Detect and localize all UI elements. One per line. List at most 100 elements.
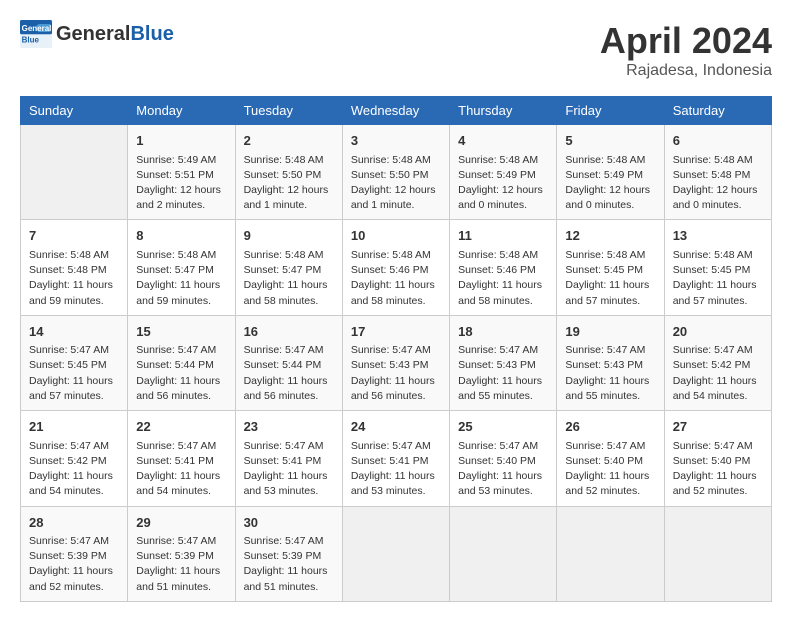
day-info: Sunrise: 5:48 AMSunset: 5:49 PMDaylight:… — [458, 153, 548, 214]
day-number: 29 — [136, 513, 226, 533]
calendar-cell: 9Sunrise: 5:48 AMSunset: 5:47 PMDaylight… — [235, 220, 342, 315]
day-info: Sunrise: 5:47 AMSunset: 5:44 PMDaylight:… — [244, 343, 334, 404]
day-number: 18 — [458, 322, 548, 342]
calendar-cell — [342, 506, 449, 601]
day-number: 8 — [136, 226, 226, 246]
day-number: 9 — [244, 226, 334, 246]
day-number: 10 — [351, 226, 441, 246]
week-row-2: 7Sunrise: 5:48 AMSunset: 5:48 PMDaylight… — [21, 220, 772, 315]
calendar-cell: 8Sunrise: 5:48 AMSunset: 5:47 PMDaylight… — [128, 220, 235, 315]
header-sunday: Sunday — [21, 97, 128, 125]
calendar-cell: 2Sunrise: 5:48 AMSunset: 5:50 PMDaylight… — [235, 125, 342, 220]
calendar-cell — [450, 506, 557, 601]
svg-text:General: General — [22, 24, 52, 33]
day-number: 19 — [565, 322, 655, 342]
day-info: Sunrise: 5:47 AMSunset: 5:42 PMDaylight:… — [673, 343, 763, 404]
day-info: Sunrise: 5:48 AMSunset: 5:48 PMDaylight:… — [29, 248, 119, 309]
day-number: 12 — [565, 226, 655, 246]
day-number: 2 — [244, 131, 334, 151]
day-info: Sunrise: 5:48 AMSunset: 5:48 PMDaylight:… — [673, 153, 763, 214]
calendar-cell — [664, 506, 771, 601]
calendar-cell: 18Sunrise: 5:47 AMSunset: 5:43 PMDayligh… — [450, 315, 557, 410]
week-row-5: 28Sunrise: 5:47 AMSunset: 5:39 PMDayligh… — [21, 506, 772, 601]
calendar-cell: 30Sunrise: 5:47 AMSunset: 5:39 PMDayligh… — [235, 506, 342, 601]
calendar-cell: 27Sunrise: 5:47 AMSunset: 5:40 PMDayligh… — [664, 411, 771, 506]
week-row-4: 21Sunrise: 5:47 AMSunset: 5:42 PMDayligh… — [21, 411, 772, 506]
day-number: 27 — [673, 417, 763, 437]
day-number: 20 — [673, 322, 763, 342]
day-info: Sunrise: 5:47 AMSunset: 5:39 PMDaylight:… — [29, 534, 119, 595]
day-number: 16 — [244, 322, 334, 342]
calendar-cell: 16Sunrise: 5:47 AMSunset: 5:44 PMDayligh… — [235, 315, 342, 410]
calendar-cell: 6Sunrise: 5:48 AMSunset: 5:48 PMDaylight… — [664, 125, 771, 220]
day-number: 26 — [565, 417, 655, 437]
calendar-cell: 4Sunrise: 5:48 AMSunset: 5:49 PMDaylight… — [450, 125, 557, 220]
day-number: 28 — [29, 513, 119, 533]
header-saturday: Saturday — [664, 97, 771, 125]
day-info: Sunrise: 5:48 AMSunset: 5:45 PMDaylight:… — [565, 248, 655, 309]
svg-text:Blue: Blue — [22, 35, 40, 44]
calendar-cell: 19Sunrise: 5:47 AMSunset: 5:43 PMDayligh… — [557, 315, 664, 410]
day-number: 13 — [673, 226, 763, 246]
calendar-cell: 15Sunrise: 5:47 AMSunset: 5:44 PMDayligh… — [128, 315, 235, 410]
day-info: Sunrise: 5:47 AMSunset: 5:40 PMDaylight:… — [673, 439, 763, 500]
calendar-cell: 24Sunrise: 5:47 AMSunset: 5:41 PMDayligh… — [342, 411, 449, 506]
calendar-cell: 22Sunrise: 5:47 AMSunset: 5:41 PMDayligh… — [128, 411, 235, 506]
day-info: Sunrise: 5:48 AMSunset: 5:46 PMDaylight:… — [458, 248, 548, 309]
header-thursday: Thursday — [450, 97, 557, 125]
day-info: Sunrise: 5:49 AMSunset: 5:51 PMDaylight:… — [136, 153, 226, 214]
day-number: 17 — [351, 322, 441, 342]
logo: General Blue General Blue — [20, 20, 174, 48]
day-info: Sunrise: 5:47 AMSunset: 5:43 PMDaylight:… — [351, 343, 441, 404]
logo-wordmark: General Blue — [56, 23, 174, 46]
day-info: Sunrise: 5:48 AMSunset: 5:46 PMDaylight:… — [351, 248, 441, 309]
day-number: 23 — [244, 417, 334, 437]
calendar-cell: 1Sunrise: 5:49 AMSunset: 5:51 PMDaylight… — [128, 125, 235, 220]
day-number: 1 — [136, 131, 226, 151]
day-info: Sunrise: 5:47 AMSunset: 5:42 PMDaylight:… — [29, 439, 119, 500]
location-title: Rajadesa, Indonesia — [600, 62, 772, 80]
day-number: 21 — [29, 417, 119, 437]
day-info: Sunrise: 5:47 AMSunset: 5:41 PMDaylight:… — [244, 439, 334, 500]
day-number: 7 — [29, 226, 119, 246]
calendar-table: SundayMondayTuesdayWednesdayThursdayFrid… — [20, 96, 772, 602]
day-info: Sunrise: 5:48 AMSunset: 5:50 PMDaylight:… — [351, 153, 441, 214]
calendar-cell: 17Sunrise: 5:47 AMSunset: 5:43 PMDayligh… — [342, 315, 449, 410]
calendar-cell: 13Sunrise: 5:48 AMSunset: 5:45 PMDayligh… — [664, 220, 771, 315]
day-number: 5 — [565, 131, 655, 151]
calendar-cell: 14Sunrise: 5:47 AMSunset: 5:45 PMDayligh… — [21, 315, 128, 410]
day-info: Sunrise: 5:47 AMSunset: 5:39 PMDaylight:… — [136, 534, 226, 595]
logo-icon: General Blue — [20, 20, 52, 48]
day-info: Sunrise: 5:47 AMSunset: 5:41 PMDaylight:… — [351, 439, 441, 500]
calendar-cell: 12Sunrise: 5:48 AMSunset: 5:45 PMDayligh… — [557, 220, 664, 315]
day-info: Sunrise: 5:48 AMSunset: 5:47 PMDaylight:… — [244, 248, 334, 309]
calendar-cell: 5Sunrise: 5:48 AMSunset: 5:49 PMDaylight… — [557, 125, 664, 220]
month-title: April 2024 — [600, 20, 772, 62]
calendar-cell — [557, 506, 664, 601]
day-info: Sunrise: 5:47 AMSunset: 5:44 PMDaylight:… — [136, 343, 226, 404]
day-number: 24 — [351, 417, 441, 437]
day-number: 14 — [29, 322, 119, 342]
calendar-cell: 10Sunrise: 5:48 AMSunset: 5:46 PMDayligh… — [342, 220, 449, 315]
page-header: General Blue General Blue April 2024 Raj… — [20, 20, 772, 80]
calendar-cell: 29Sunrise: 5:47 AMSunset: 5:39 PMDayligh… — [128, 506, 235, 601]
calendar-header-row: SundayMondayTuesdayWednesdayThursdayFrid… — [21, 97, 772, 125]
day-info: Sunrise: 5:48 AMSunset: 5:49 PMDaylight:… — [565, 153, 655, 214]
header-monday: Monday — [128, 97, 235, 125]
day-info: Sunrise: 5:48 AMSunset: 5:45 PMDaylight:… — [673, 248, 763, 309]
calendar-cell — [21, 125, 128, 220]
header-friday: Friday — [557, 97, 664, 125]
day-number: 11 — [458, 226, 548, 246]
logo-blue: Blue — [130, 23, 173, 46]
calendar-cell: 3Sunrise: 5:48 AMSunset: 5:50 PMDaylight… — [342, 125, 449, 220]
calendar-cell: 20Sunrise: 5:47 AMSunset: 5:42 PMDayligh… — [664, 315, 771, 410]
day-number: 22 — [136, 417, 226, 437]
day-info: Sunrise: 5:47 AMSunset: 5:41 PMDaylight:… — [136, 439, 226, 500]
logo-general: General — [56, 23, 130, 46]
calendar-cell: 25Sunrise: 5:47 AMSunset: 5:40 PMDayligh… — [450, 411, 557, 506]
day-info: Sunrise: 5:47 AMSunset: 5:43 PMDaylight:… — [565, 343, 655, 404]
day-number: 15 — [136, 322, 226, 342]
day-info: Sunrise: 5:47 AMSunset: 5:45 PMDaylight:… — [29, 343, 119, 404]
day-number: 4 — [458, 131, 548, 151]
calendar-cell: 28Sunrise: 5:47 AMSunset: 5:39 PMDayligh… — [21, 506, 128, 601]
